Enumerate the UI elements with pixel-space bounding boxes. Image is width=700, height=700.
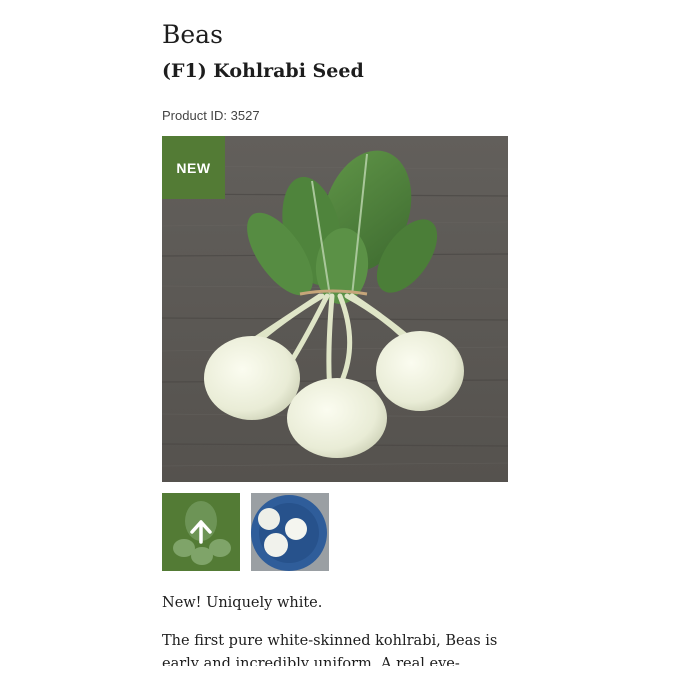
thumbnail-kohlrabi-plate[interactable]: [251, 493, 329, 571]
product-main-image[interactable]: NEW: [162, 136, 508, 482]
description-body: The first pure white-skinned kohlrabi, B…: [162, 633, 498, 666]
thumbnail-kohlrabi-bunch[interactable]: [162, 493, 240, 571]
kohlrabi-plate-thumb-image: [251, 493, 329, 571]
product-subtitle: (F1) Kohlrabi Seed: [162, 60, 364, 82]
product-title: Beas: [162, 20, 223, 49]
product-id: Product ID: 3527: [162, 108, 260, 123]
arrow-up-icon: [162, 493, 240, 571]
description-lead: New! Uniquely white.: [162, 595, 323, 611]
thumbnail-gallery: [162, 493, 508, 571]
new-badge: NEW: [162, 136, 225, 199]
